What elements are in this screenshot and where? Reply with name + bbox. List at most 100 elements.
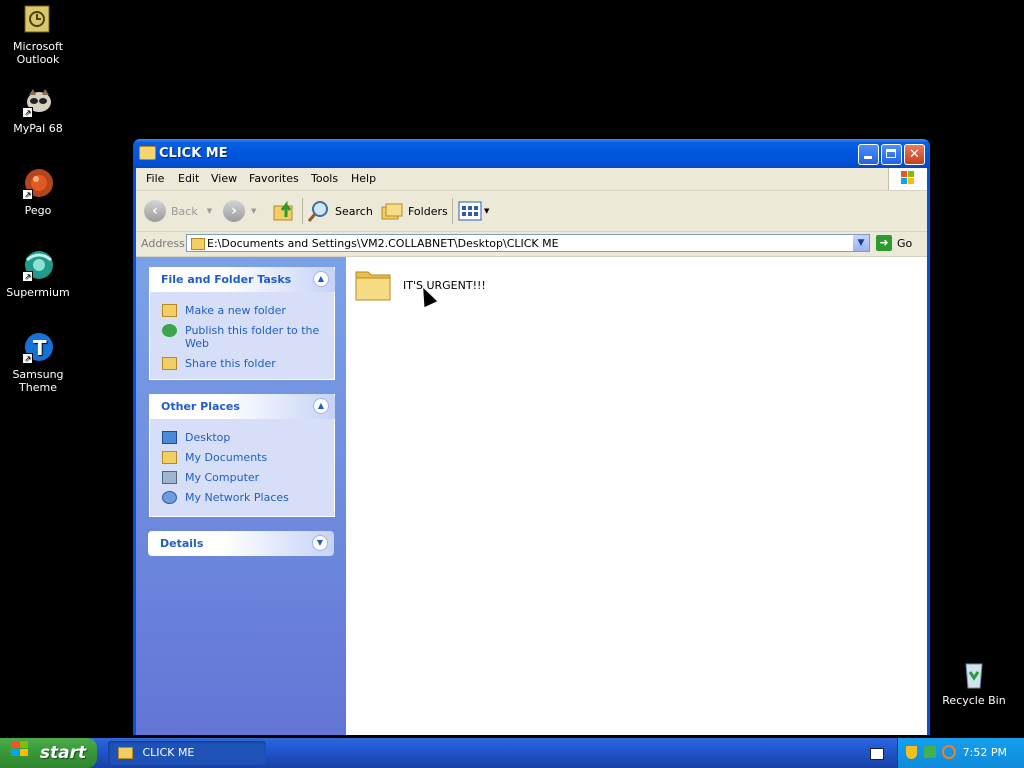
desktop-icon-label: Supermium <box>6 286 70 299</box>
documents-icon <box>162 451 177 464</box>
task-pane: File and Folder Tasks ▲ Make a new folde… <box>136 257 346 735</box>
shortcut-arrow-icon: ↗ <box>22 353 33 364</box>
panel-title: Details <box>160 537 204 550</box>
publish-folder-link[interactable]: Publish this folder to the Web <box>150 324 334 350</box>
forward-button[interactable]: › ▼ <box>223 197 256 225</box>
toolbar-separator <box>302 198 303 224</box>
up-folder-icon <box>273 200 293 221</box>
windows-logo-icon <box>888 168 927 190</box>
clock[interactable]: 7:52 PM <box>963 746 1007 759</box>
address-value: E:\Documents and Settings\VM2.COLLABNET\… <box>207 237 559 250</box>
forward-arrow-icon: › <box>223 200 245 222</box>
chevron-down-icon: ▼ <box>251 207 257 215</box>
folder-icon <box>139 146 156 160</box>
panel-header[interactable]: Other Places ▲ <box>149 394 335 419</box>
computer-icon <box>162 471 177 484</box>
folders-icon <box>381 203 403 220</box>
desktop-icon-label: Microsoft Outlook <box>12 40 64 66</box>
my-documents-link[interactable]: My Documents <box>150 451 334 464</box>
desktop-icon-outlook[interactable]: Microsoft Outlook <box>0 4 76 66</box>
taskbar: start CLICK ME 7:52 PM <box>0 738 1024 768</box>
desktop-icon <box>162 431 177 444</box>
other-places-panel: Other Places ▲ Desktop My Documents My C… <box>149 394 335 517</box>
menu-file[interactable]: File <box>146 172 164 185</box>
file-folder-tasks-panel: File and Folder Tasks ▲ Make a new folde… <box>149 267 335 380</box>
chevron-down-icon: ▼ <box>484 207 490 215</box>
panel-header[interactable]: File and Folder Tasks ▲ <box>149 267 335 292</box>
svg-text:T: T <box>33 336 47 360</box>
folder-icon <box>355 271 391 301</box>
network-tray-icon[interactable] <box>924 746 936 758</box>
panel-title: Other Places <box>161 400 240 413</box>
up-folder-button[interactable] <box>272 197 296 225</box>
toolbar-separator <box>452 198 453 224</box>
make-new-folder-link[interactable]: Make a new folder <box>150 304 334 317</box>
desktop-icon-label: Recycle Bin <box>942 694 1006 707</box>
samsung-theme-icon: T ↗ <box>22 332 54 364</box>
menu-view[interactable]: View <box>211 172 237 185</box>
address-dropdown-button[interactable]: ▼ <box>853 235 869 251</box>
mypal-icon: ↗ <box>22 86 54 118</box>
my-network-places-link[interactable]: My Network Places <box>150 491 334 504</box>
minimize-button[interactable] <box>858 144 879 165</box>
go-label: Go <box>897 236 913 250</box>
share-folder-link[interactable]: Share this folder <box>150 357 334 370</box>
toolbar: ‹ Back ▼ › ▼ Search Folders ▼ <box>136 191 927 232</box>
system-tray: 7:52 PM <box>897 738 1024 768</box>
menu-tools[interactable]: Tools <box>311 172 338 185</box>
address-input[interactable]: E:\Documents and Settings\VM2.COLLABNET\… <box>186 234 870 252</box>
globe-icon <box>162 324 177 337</box>
taskbar-task-click-me[interactable]: CLICK ME <box>108 741 266 765</box>
desktop-icon-mypal[interactable]: ↗ MyPal 68 <box>0 86 76 135</box>
menu-edit[interactable]: Edit <box>178 172 199 185</box>
search-tray-icon[interactable] <box>942 745 956 759</box>
desktop-icon-supermium[interactable]: ↗ Supermium <box>0 250 76 299</box>
pego-icon: ↗ <box>22 168 54 200</box>
panel-header[interactable]: Details ▼ <box>148 531 334 556</box>
desktop-link[interactable]: Desktop <box>150 431 334 444</box>
new-folder-icon <box>162 304 177 317</box>
desktop-icon-recycle-bin[interactable]: Recycle Bin <box>936 658 1012 707</box>
folders-button[interactable]: Folders <box>380 197 448 225</box>
menu-favorites[interactable]: Favorites <box>249 172 299 185</box>
desktop-icon-label: MyPal 68 <box>13 122 63 135</box>
supermium-icon: ↗ <box>22 250 54 282</box>
shortcut-arrow-icon: ↗ <box>22 189 33 200</box>
explorer-window: CLICK ME ✕ File Edit View Favorites Tool… <box>133 139 930 735</box>
folder-icon <box>118 747 133 759</box>
go-arrow-icon: ➜ <box>876 235 892 251</box>
address-bar: Address E:\Documents and Settings\VM2.CO… <box>136 232 927 257</box>
title-bar[interactable]: CLICK ME ✕ <box>133 139 930 168</box>
collapse-chevron-icon[interactable]: ▲ <box>313 271 329 287</box>
close-button[interactable]: ✕ <box>904 144 925 165</box>
my-computer-link[interactable]: My Computer <box>150 471 334 484</box>
views-icon <box>458 201 482 221</box>
expand-chevron-icon[interactable]: ▼ <box>312 535 328 551</box>
collapse-chevron-icon[interactable]: ▲ <box>313 398 329 414</box>
back-button[interactable]: ‹ Back ▼ <box>144 197 212 225</box>
search-label: Search <box>335 204 373 218</box>
shortcut-arrow-icon: ↗ <box>22 107 33 118</box>
file-name: IT'S URGENT!!! <box>403 279 486 292</box>
views-button[interactable]: ▼ <box>458 197 489 225</box>
window-client: File Edit View Favorites Tools Help ‹ Ba… <box>136 168 927 735</box>
chevron-down-icon: ▼ <box>206 207 213 215</box>
search-icon <box>307 201 328 222</box>
outlook-icon <box>22 4 54 36</box>
desktop-icon-pego[interactable]: ↗ Pego <box>0 168 76 217</box>
recycle-bin-icon <box>958 658 990 690</box>
keyboard-icon[interactable] <box>870 748 884 760</box>
address-label: Address <box>141 237 185 250</box>
maximize-button[interactable] <box>881 144 902 165</box>
go-button[interactable]: ➜ Go <box>876 234 912 252</box>
task-label: CLICK ME <box>142 746 195 759</box>
menu-help[interactable]: Help <box>351 172 376 185</box>
back-arrow-icon: ‹ <box>144 200 166 222</box>
start-button[interactable]: start <box>0 738 97 768</box>
shortcut-arrow-icon: ↗ <box>22 271 33 282</box>
search-button[interactable]: Search <box>307 197 373 225</box>
window-title: CLICK ME <box>159 146 228 161</box>
desktop-icon-label: Pego <box>24 204 52 217</box>
security-shield-icon[interactable] <box>906 746 917 759</box>
desktop-icon-samsung-theme[interactable]: T ↗ Samsung Theme <box>0 332 76 394</box>
